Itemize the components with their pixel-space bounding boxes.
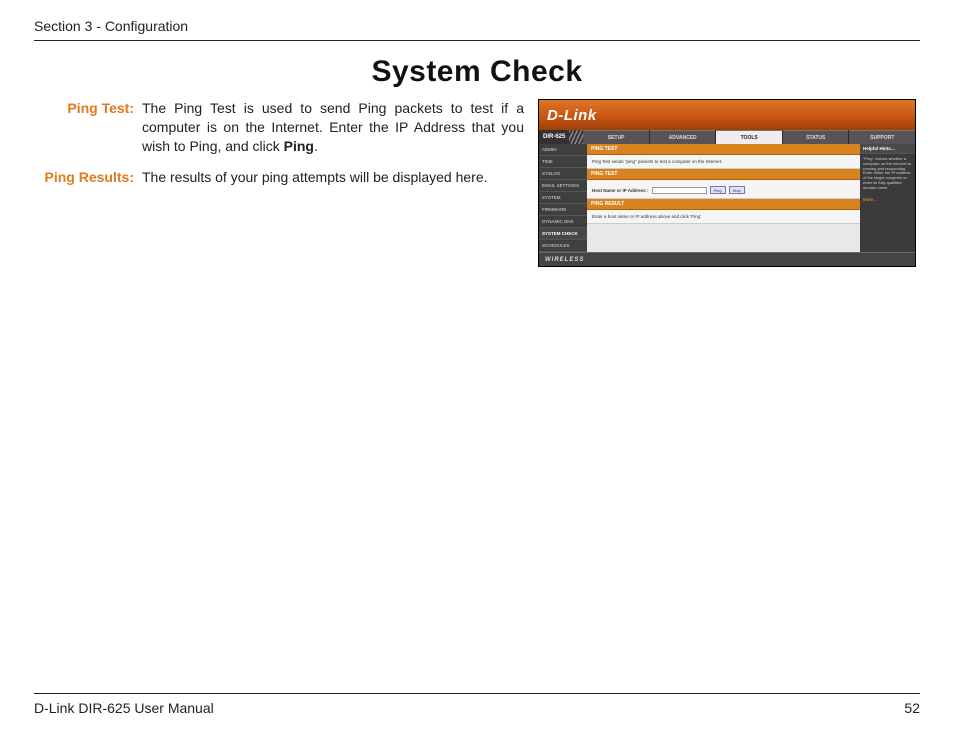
doc-label: Ping Results: bbox=[34, 168, 142, 187]
tab-setup[interactable]: SETUP bbox=[583, 130, 649, 144]
wireless-bar: WIRELESS bbox=[539, 252, 915, 266]
model-badge: DIR-625 bbox=[539, 130, 569, 144]
brand-logo: D-Link bbox=[547, 107, 597, 124]
side-nav: ADMIN TIME SYSLOG EMAIL SETTINGS SYSTEM … bbox=[539, 144, 587, 252]
ping-row: Host Name or IP Address : Ping Stop bbox=[592, 186, 855, 194]
hints-title: Helpful Hints… bbox=[860, 144, 915, 154]
doc-label: Ping Test: bbox=[34, 99, 142, 156]
doc-column: Ping Test: The Ping Test is used to send… bbox=[34, 99, 524, 199]
sidebar-item-schedules[interactable]: SCHEDULES bbox=[539, 240, 587, 252]
section-header: Section 3 - Configuration bbox=[34, 18, 920, 41]
section-ping-result-body: Enter a host name or IP address above an… bbox=[587, 210, 860, 224]
footer-title: D-Link DIR-625 User Manual bbox=[34, 700, 214, 716]
ui-body: ADMIN TIME SYSLOG EMAIL SETTINGS SYSTEM … bbox=[539, 144, 915, 252]
sidebar-item-firmware[interactable]: FIRMWARE bbox=[539, 204, 587, 216]
brand-banner: D-Link bbox=[539, 100, 915, 130]
top-tabs: SETUP ADVANCED TOOLS STATUS SUPPORT bbox=[583, 130, 915, 144]
tab-advanced[interactable]: ADVANCED bbox=[650, 130, 716, 144]
sidebar-item-system-check[interactable]: SYSTEM CHECK bbox=[539, 228, 587, 240]
router-ui-screenshot: D-Link DIR-625 SETUP ADVANCED TOOLS STAT… bbox=[538, 99, 916, 267]
tab-tools[interactable]: TOOLS bbox=[716, 130, 782, 144]
doc-text-bold: Ping bbox=[284, 138, 314, 154]
doc-text-pre: The results of your ping attempts will b… bbox=[142, 169, 488, 185]
hints-more-link[interactable]: More… bbox=[860, 194, 915, 205]
section-ping-test-title: PING TEST bbox=[587, 144, 860, 155]
slash-decoration bbox=[569, 130, 583, 144]
hints-pane: Helpful Hints… "Ping" checks whether a c… bbox=[860, 144, 915, 252]
section-ping-test-form: Host Name or IP Address : Ping Stop bbox=[587, 180, 860, 199]
content-row: Ping Test: The Ping Test is used to send… bbox=[34, 99, 920, 267]
doc-text-pre: The Ping Test is used to send Ping packe… bbox=[142, 100, 524, 154]
stop-button[interactable]: Stop bbox=[729, 186, 745, 194]
section-ping-test-form-title: PING TEST bbox=[587, 169, 860, 180]
doc-item-ping-test: Ping Test: The Ping Test is used to send… bbox=[34, 99, 524, 156]
section-ping-test-body: Ping Test sends "ping" packets to test a… bbox=[587, 155, 860, 169]
doc-item-ping-results: Ping Results: The results of your ping a… bbox=[34, 168, 524, 187]
section-ping-result-title: PING RESULT bbox=[587, 199, 860, 210]
sidebar-item-admin[interactable]: ADMIN bbox=[539, 144, 587, 156]
sidebar-item-syslog[interactable]: SYSLOG bbox=[539, 168, 587, 180]
doc-text: The Ping Test is used to send Ping packe… bbox=[142, 99, 524, 156]
ping-test-desc: Ping Test sends "ping" packets to test a… bbox=[592, 159, 855, 164]
hints-body: "Ping" checks whether a computer on the … bbox=[860, 154, 915, 194]
center-pane: PING TEST Ping Test sends "ping" packets… bbox=[587, 144, 860, 252]
ping-field-label: Host Name or IP Address : bbox=[592, 188, 649, 193]
sidebar-item-email-settings[interactable]: EMAIL SETTINGS bbox=[539, 180, 587, 192]
tab-support[interactable]: SUPPORT bbox=[849, 130, 915, 144]
sidebar-item-time[interactable]: TIME bbox=[539, 156, 587, 168]
model-row: DIR-625 SETUP ADVANCED TOOLS STATUS SUPP… bbox=[539, 130, 915, 144]
doc-text: The results of your ping attempts will b… bbox=[142, 168, 488, 187]
ping-result-desc: Enter a host name or IP address above an… bbox=[592, 214, 855, 219]
sidebar-item-dynamic-dns[interactable]: DYNAMIC DNS bbox=[539, 216, 587, 228]
tab-status[interactable]: STATUS bbox=[783, 130, 849, 144]
sidebar-item-system[interactable]: SYSTEM bbox=[539, 192, 587, 204]
doc-text-post: . bbox=[314, 138, 318, 154]
footer-page-number: 52 bbox=[904, 700, 920, 716]
page-footer: D-Link DIR-625 User Manual 52 bbox=[34, 693, 920, 716]
page-title: System Check bbox=[34, 55, 920, 89]
ping-host-input[interactable] bbox=[652, 187, 707, 194]
ping-button[interactable]: Ping bbox=[710, 186, 726, 194]
